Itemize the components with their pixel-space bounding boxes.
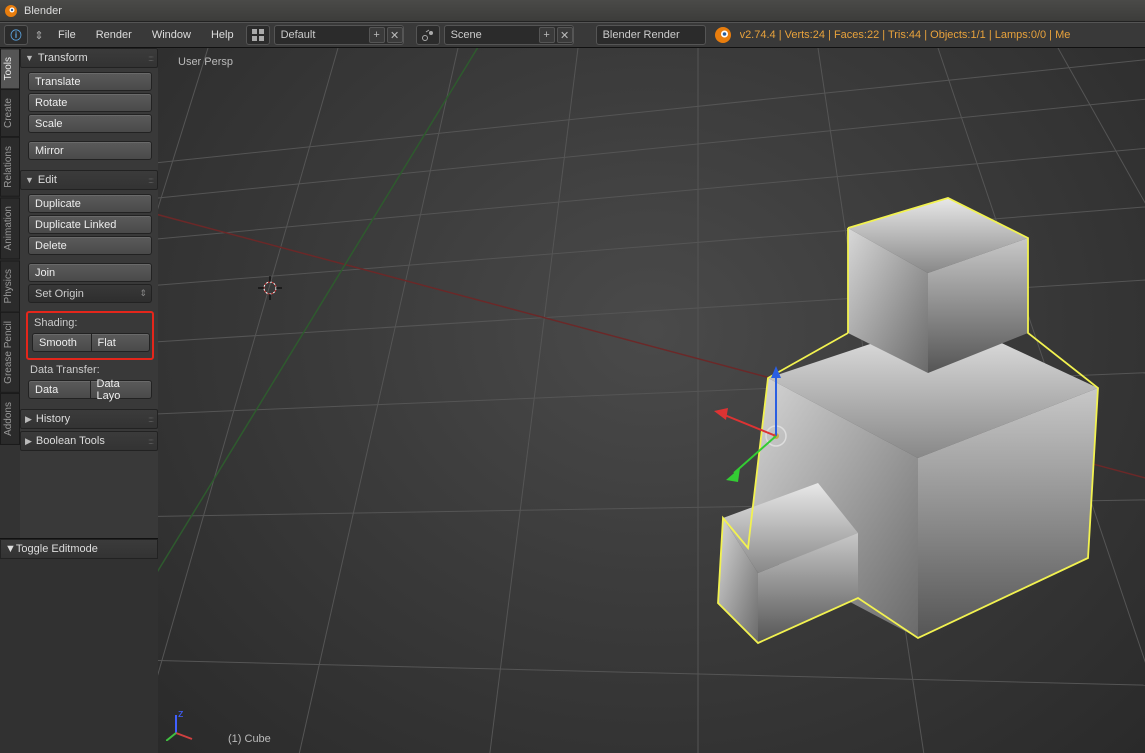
vtab-grease-pencil[interactable]: Grease Pencil xyxy=(0,312,20,393)
menu-file[interactable]: File xyxy=(50,29,84,41)
tri-down-icon: ▼ xyxy=(25,175,34,185)
data-transfer-data-button[interactable]: Data xyxy=(28,380,91,399)
panel-title-boolean: Boolean Tools xyxy=(36,435,105,447)
panel-head-history[interactable]: ▶ History :::: xyxy=(20,409,158,429)
tri-right-icon: ▶ xyxy=(25,414,32,425)
panel-title-transform: Transform xyxy=(38,52,88,64)
shading-label: Shading: xyxy=(32,315,150,333)
grip-icon[interactable]: :::: xyxy=(148,54,153,63)
duplicate-linked-button[interactable]: Duplicate Linked xyxy=(28,215,152,234)
scene-statistics: v2.74.4 | Verts:24 | Faces:22 | Tris:44 … xyxy=(740,29,1071,41)
scale-button[interactable]: Scale xyxy=(28,114,152,133)
panel-title-history: History xyxy=(36,413,70,425)
scene-add-button[interactable]: + xyxy=(539,27,555,43)
window-title: Blender xyxy=(24,5,62,17)
grip-icon[interactable]: :::: xyxy=(148,176,153,185)
svg-text:z: z xyxy=(178,711,184,720)
join-button[interactable]: Join xyxy=(28,263,152,282)
translate-button[interactable]: Translate xyxy=(28,72,152,91)
render-engine-value: Blender Render xyxy=(603,29,680,41)
panel-boolean-tools: ▶ Boolean Tools :::: xyxy=(20,431,158,451)
scene-dropdown[interactable]: Scene + ✕ xyxy=(444,25,574,45)
tri-right-icon: ▶ xyxy=(25,436,32,447)
screen-layout-dropdown[interactable]: Default + ✕ xyxy=(274,25,404,45)
3d-viewport[interactable]: User Persp (1) Cube xyxy=(158,48,1145,753)
panel-history: ▶ History :::: xyxy=(20,409,158,429)
info-header: ⓘ ⇕ File Render Window Help Default + ✕ … xyxy=(0,22,1145,48)
grip-icon[interactable]: :::: xyxy=(148,437,153,446)
mirror-button[interactable]: Mirror xyxy=(28,141,152,160)
shade-smooth-button[interactable]: Smooth xyxy=(32,333,92,352)
screen-layout-add-button[interactable]: + xyxy=(369,27,385,43)
panel-head-transform[interactable]: ▼ Transform :::: xyxy=(20,48,158,68)
vtab-addons[interactable]: Addons xyxy=(0,393,20,445)
vtab-physics[interactable]: Physics xyxy=(0,260,20,312)
vtab-tools[interactable]: Tools xyxy=(0,48,20,89)
transform-gizmo[interactable] xyxy=(714,358,854,498)
tri-down-icon: ▼ xyxy=(5,543,16,555)
scene-browse-icon[interactable] xyxy=(416,25,440,45)
operator-title: Toggle Editmode xyxy=(16,543,98,555)
blender-logo-icon xyxy=(4,4,18,18)
menu-help[interactable]: Help xyxy=(203,29,242,41)
menu-window[interactable]: Window xyxy=(144,29,199,41)
screen-layout-name: Default xyxy=(281,29,316,41)
data-transfer-layout-button[interactable]: Data Layo xyxy=(91,380,153,399)
info-editor-icon[interactable]: ⓘ xyxy=(4,25,28,45)
render-engine-dropdown[interactable]: Blender Render xyxy=(596,25,706,45)
set-origin-dropdown[interactable]: Set Origin xyxy=(28,284,152,303)
vtab-create[interactable]: Create xyxy=(0,89,20,137)
menu-render[interactable]: Render xyxy=(88,29,140,41)
editor-type-arrow-icon[interactable]: ⇕ xyxy=(32,29,46,42)
main-area: Tools Create Relations Animation Physics… xyxy=(0,48,1145,753)
duplicate-button[interactable]: Duplicate xyxy=(28,194,152,213)
tri-down-icon: ▼ xyxy=(25,53,34,63)
scene-delete-button[interactable]: ✕ xyxy=(557,27,573,43)
axis-indicator-icon: z xyxy=(166,711,196,741)
vtab-animation[interactable]: Animation xyxy=(0,197,20,259)
panel-head-boolean[interactable]: ▶ Boolean Tools :::: xyxy=(20,431,158,451)
screen-layout-delete-button[interactable]: ✕ xyxy=(387,27,403,43)
rotate-button[interactable]: Rotate xyxy=(28,93,152,112)
shade-flat-button[interactable]: Flat xyxy=(92,333,151,352)
panel-head-edit[interactable]: ▼ Edit :::: xyxy=(20,170,158,190)
grip-icon[interactable]: :::: xyxy=(148,415,153,424)
3d-cursor-icon xyxy=(258,276,282,300)
vtab-relations[interactable]: Relations xyxy=(0,137,20,197)
shading-section-highlight: Shading: Smooth Flat xyxy=(26,311,154,360)
panel-transform: ▼ Transform :::: Translate Rotate Scale … xyxy=(20,48,158,168)
panel-edit: ▼ Edit :::: Duplicate Duplicate Linked D… xyxy=(20,170,158,407)
panel-title-edit: Edit xyxy=(38,174,57,186)
blender-logo-icon xyxy=(714,26,732,44)
delete-button[interactable]: Delete xyxy=(28,236,152,255)
scene-name: Scene xyxy=(451,29,482,41)
screen-layout-browse-icon[interactable] xyxy=(246,25,270,45)
window-titlebar: Blender xyxy=(0,0,1145,22)
operator-panel-head[interactable]: ▼ Toggle Editmode xyxy=(0,539,158,559)
operator-panel: ▼ Toggle Editmode xyxy=(0,538,158,753)
